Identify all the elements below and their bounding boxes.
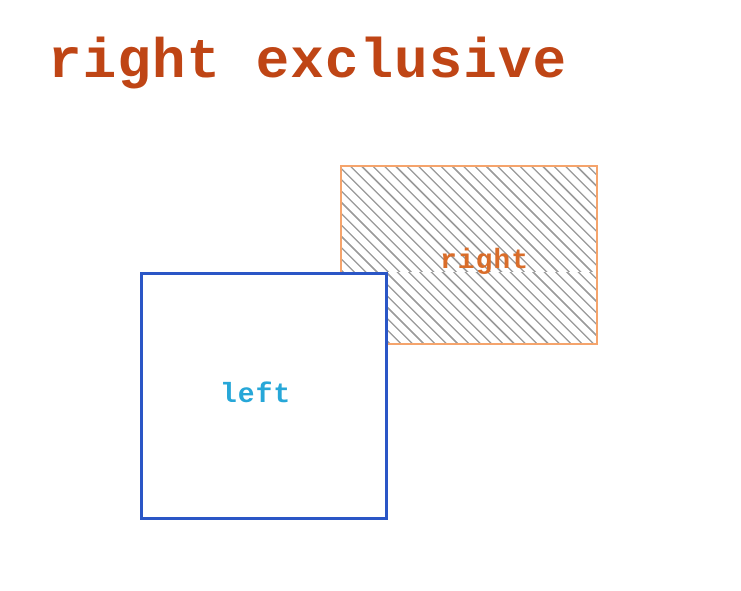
left-set-label: left	[220, 380, 291, 411]
diagram-title: right exclusive	[48, 30, 567, 94]
diagram-canvas: right exclusive right left	[0, 0, 741, 591]
right-set-label: right	[440, 246, 529, 277]
